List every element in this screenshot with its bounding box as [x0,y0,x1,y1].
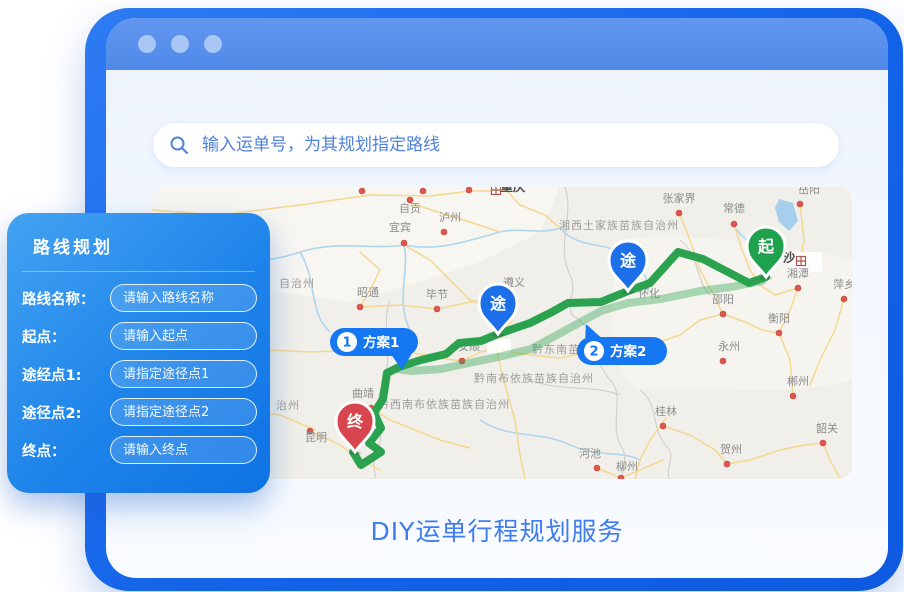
pin-label: 途 [620,251,637,270]
map-city-label: 治州 [276,398,300,412]
badge-label: 方案2 [610,343,646,360]
route-planning-panel: 路线规划 路线名称： 起点： 途经点1: 途径点2: 终点： [7,213,270,493]
map-city: 自治州 [279,276,315,290]
map-city-label: 柳州 [616,459,638,473]
window-control-dot[interactable] [171,35,189,53]
badge-label: 方案1 [363,334,399,351]
map-city: 韶关 [816,421,838,446]
map-city-label: 毕节 [426,288,448,301]
map-city-label: 常德 [723,201,745,215]
panel-divider [22,271,255,272]
waybill-search[interactable] [152,122,840,168]
map-city: 岳阳 [797,187,820,207]
window-titlebar [106,18,888,70]
map-city: 昆明 [305,428,327,444]
plan-badge-1[interactable]: 1 方案1 [330,328,418,370]
panel-form: 路线名称： 起点： 途经点1: 途径点2: 终点： [22,283,257,473]
map-city-label: 郴州 [787,374,809,388]
map-city: 重庆 [492,187,526,195]
map-city-label: 张家界 [663,191,696,205]
waypoint-2-label: 途径点2: [22,402,110,423]
window-control-dot[interactable] [138,35,156,53]
map-city-label: 湘潭 [787,266,809,280]
map-city: 治州 [276,398,300,412]
map-city-dot [359,188,365,194]
route-name-input[interactable] [110,284,257,312]
map-city-label: 邵阳 [712,293,734,306]
search-icon [169,135,189,155]
map-city-label: 宜宾 [389,220,411,234]
route-name-label: 路线名称： [22,288,110,309]
map-city: 张家界 [663,191,696,216]
map-city: 湘西土家族苗族自治州 [559,218,679,232]
pin-label: 途 [490,294,507,313]
map-city: 郴州 [787,374,809,399]
start-point-input[interactable] [110,322,257,350]
map-city: 黔南布依族苗族自治州 [474,371,594,385]
waypoint-1-label: 途经点1: [22,364,110,385]
map-city-dot [466,187,472,193]
map-city-label: 衡阳 [768,312,790,325]
service-title: DIY运单行程规划服务 [106,512,888,548]
map-city-label: 昆明 [305,431,327,444]
map-city-label: 桂林 [655,404,677,418]
map-city-label: 昭通 [357,286,379,299]
waypoint-1-input[interactable] [110,360,257,388]
field-row-waypoint-1: 途经点1: [22,359,257,389]
map-city-dot [420,188,426,194]
end-point-input[interactable] [110,436,257,464]
map-city: 黔西南布依族苗族自治州 [378,397,510,411]
panel-title: 路线规划 [33,233,270,258]
map-city-label: 贺州 [720,443,742,456]
map-city: 河池 [579,447,601,471]
end-point-label: 终点： [22,440,110,461]
map-city-label: 河池 [579,447,601,460]
map-city-label: 永州 [718,339,740,353]
map-city-label: 重庆 [500,187,526,194]
map-city-label: 自治州 [279,276,315,290]
field-row-end-point: 终点： [22,435,257,465]
map-city-label: 曲靖 [352,387,374,400]
badge-number: 1 [342,336,351,351]
field-row-route-name: 路线名称： [22,283,257,313]
map-city: 桂林 [655,404,677,429]
map-city-label: 萍乡 [833,278,852,291]
window-control-dot[interactable] [204,35,222,53]
waybill-search-input[interactable] [200,134,823,156]
map-city-label: 黔西南布依族苗族自治州 [378,397,510,411]
map-city-label: 岳阳 [798,187,820,196]
map-city-label: 泸州 [439,211,461,224]
start-point-label: 起点： [22,326,110,347]
badge-number: 2 [589,345,598,360]
pin-label: 起 [757,237,775,256]
map-city: 常德 [723,201,745,227]
map-city-label: 黔南布依族苗族自治州 [474,371,594,385]
field-row-start-point: 起点： [22,321,257,351]
map-city-label: 韶关 [816,421,838,435]
pin-label: 终 [347,412,364,431]
map-city-label: 湘西土家族苗族自治州 [559,218,679,232]
page-background: 重庆自贡泸州宜宾张家界常德岳阳湘西土家族苗族自治州遵义昭通毕节六盘水安顺怀化黔东… [0,0,904,592]
field-row-waypoint-2: 途径点2: [22,397,257,427]
map-city-label: 自贡 [399,202,421,215]
waypoint-2-input[interactable] [110,398,257,426]
